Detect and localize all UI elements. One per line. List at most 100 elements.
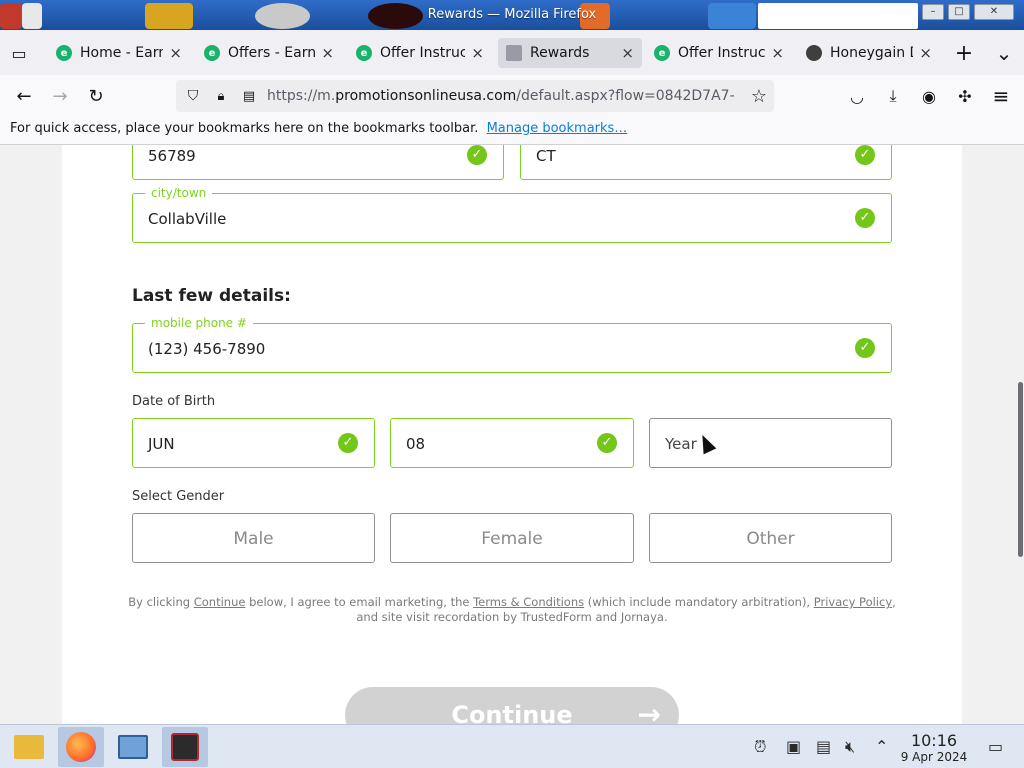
- downloads-icon[interactable]: ⤓: [880, 83, 906, 109]
- legal-text: By clicking: [128, 595, 194, 609]
- notes-icon[interactable]: ▤: [816, 737, 831, 756]
- dob-day-value: 08: [406, 435, 426, 453]
- clipboard-icon[interactable]: ▣: [786, 737, 801, 756]
- dob-day-select[interactable]: 08 ✓: [390, 418, 634, 468]
- tab-overview-icon[interactable]: ▭: [6, 41, 32, 65]
- dob-year-select[interactable]: Year: [649, 418, 892, 468]
- url-host: promotionsonlineusa.com: [335, 88, 517, 104]
- zip-value: 56789: [148, 147, 196, 165]
- terms-link[interactable]: Terms & Conditions: [473, 595, 584, 609]
- file-manager-icon[interactable]: [6, 727, 52, 767]
- valid-check-icon: ✓: [597, 433, 617, 453]
- desktop-icon[interactable]: ▭: [988, 737, 1003, 756]
- zip-field[interactable]: 56789 ✓: [132, 145, 504, 180]
- tab-close-icon[interactable]: ×: [919, 44, 932, 62]
- pocket-icon[interactable]: ◡: [844, 83, 870, 109]
- tab-close-icon[interactable]: ×: [169, 44, 182, 62]
- gender-label: Select Gender: [132, 489, 225, 504]
- honeygain-icon: [806, 45, 822, 61]
- tab-bar: ▭ e Home - EarnG × e Offers - EarnG × e …: [0, 30, 1024, 75]
- tab-close-icon[interactable]: ×: [471, 44, 484, 62]
- lock-icon[interactable]: 🔒︎: [210, 86, 232, 106]
- valid-check-icon: ✓: [338, 433, 358, 453]
- terminal-icon[interactable]: [162, 727, 208, 767]
- list-all-tabs-button[interactable]: ⌄: [990, 40, 1018, 66]
- new-tab-button[interactable]: +: [950, 40, 978, 66]
- scrollbar-thumb[interactable]: [1018, 382, 1023, 557]
- continue-inline-link[interactable]: Continue: [194, 595, 246, 609]
- gender-female-option[interactable]: Female: [390, 513, 634, 563]
- dob-month-select[interactable]: JUN ✓: [132, 418, 375, 468]
- back-button[interactable]: ←: [10, 83, 38, 109]
- gender-male-option[interactable]: Male: [132, 513, 375, 563]
- page-scrollbar[interactable]: [1016, 145, 1024, 724]
- continue-label: Continue: [451, 701, 573, 724]
- page-viewport: 56789 ✓ CT ✓ city/town CollabVille ✓ Las…: [0, 145, 1024, 724]
- manage-bookmarks-link[interactable]: Manage bookmarks…: [487, 121, 628, 136]
- legal-disclaimer: By clicking Continue below, I agree to e…: [126, 595, 898, 625]
- firefox-icon[interactable]: [58, 727, 104, 767]
- reload-button[interactable]: ↻: [82, 83, 110, 109]
- dob-label: Date of Birth: [132, 394, 216, 409]
- minimize-button[interactable]: –: [922, 4, 944, 20]
- tab-honeygain[interactable]: Honeygain Da ×: [798, 38, 940, 68]
- account-icon[interactable]: ◉: [916, 83, 942, 109]
- city-label: city/town: [145, 186, 213, 200]
- phone-value: (123) 456-7890: [148, 340, 266, 358]
- valid-check-icon: ✓: [855, 338, 875, 358]
- city-field[interactable]: city/town CollabVille ✓: [132, 186, 892, 243]
- permissions-icon[interactable]: ▤: [238, 86, 260, 106]
- legal-text: below, I agree to email marketing, the: [245, 595, 474, 609]
- clock-date: 9 Apr 2024: [900, 750, 968, 764]
- valid-check-icon: ✓: [855, 145, 875, 165]
- valid-check-icon: ✓: [855, 208, 875, 228]
- tracking-shield-icon[interactable]: ⛉: [182, 86, 204, 106]
- url-prefix: https://m.: [267, 88, 336, 104]
- alarm-icon[interactable]: ⏰︎: [754, 737, 766, 757]
- extensions-icon[interactable]: ✣: [952, 83, 978, 109]
- tab-offer-instructions[interactable]: e Offer Instructi ×: [348, 38, 492, 68]
- page-icon: [506, 45, 522, 61]
- continue-button[interactable]: Continue →: [345, 687, 679, 724]
- taskbar: ⏰︎ ▣ ▤ 🔇︎ ⌃ 10:16 9 Apr 2024 ▭: [0, 724, 1024, 768]
- window-titlebar: Rewards — Mozilla Firefox – □ ✕: [0, 0, 1024, 30]
- forward-button[interactable]: →: [46, 83, 74, 109]
- dob-year-placeholder: Year: [665, 435, 697, 453]
- earngg-icon: e: [204, 45, 220, 61]
- system-clock[interactable]: 10:16 9 Apr 2024: [896, 731, 972, 764]
- tab-offers-earngg[interactable]: e Offers - EarnG ×: [196, 38, 342, 68]
- earngg-icon: e: [654, 45, 670, 61]
- mute-icon[interactable]: 🔇︎: [845, 737, 855, 757]
- valid-check-icon: ✓: [467, 145, 487, 165]
- bookmark-star-icon[interactable]: ☆: [748, 86, 770, 107]
- phone-field[interactable]: mobile phone # (123) 456-7890 ✓: [132, 316, 892, 373]
- gender-other-option[interactable]: Other: [649, 513, 892, 563]
- bookmarks-hint-text: For quick access, place your bookmarks h…: [10, 121, 479, 136]
- section-title: Last few details:: [132, 286, 291, 306]
- chevron-up-icon[interactable]: ⌃: [875, 737, 888, 756]
- url-path: /default.aspx?flow=0842D7A7-: [516, 88, 735, 104]
- city-value: CollabVille: [148, 210, 227, 228]
- maximize-button[interactable]: □: [948, 4, 970, 20]
- dob-month-value: JUN: [148, 435, 175, 453]
- legal-text: (which include mandatory arbitration),: [584, 595, 814, 609]
- signup-form-page: 56789 ✓ CT ✓ city/town CollabVille ✓ Las…: [62, 145, 962, 724]
- earngg-icon: e: [56, 45, 72, 61]
- state-field[interactable]: CT ✓: [520, 145, 892, 180]
- tab-close-icon[interactable]: ×: [771, 44, 784, 62]
- phone-label: mobile phone #: [145, 316, 253, 330]
- tab-offer-instructions-2[interactable]: e Offer Instructi ×: [646, 38, 792, 68]
- tab-home-earngg[interactable]: e Home - EarnG ×: [48, 38, 190, 68]
- close-button[interactable]: ✕: [974, 4, 1014, 20]
- bookmarks-toolbar: For quick access, place your bookmarks h…: [0, 116, 1024, 145]
- app-menu-icon[interactable]: ≡: [988, 83, 1014, 109]
- tab-close-icon[interactable]: ×: [321, 44, 334, 62]
- tab-rewards[interactable]: Rewards ×: [498, 38, 642, 68]
- earngg-icon: e: [356, 45, 372, 61]
- privacy-link[interactable]: Privacy Policy: [814, 595, 892, 609]
- tab-close-icon[interactable]: ×: [621, 44, 634, 62]
- system-monitor-icon[interactable]: [110, 727, 156, 767]
- url-text[interactable]: https://m.promotionsonlineusa.com/defaul…: [267, 88, 735, 104]
- navigation-toolbar: ← → ↻ ⛉ 🔒︎ ▤ https://m.promotionsonlineu…: [0, 75, 1024, 116]
- url-bar[interactable]: ⛉ 🔒︎ ▤ https://m.promotionsonlineusa.com…: [176, 80, 774, 112]
